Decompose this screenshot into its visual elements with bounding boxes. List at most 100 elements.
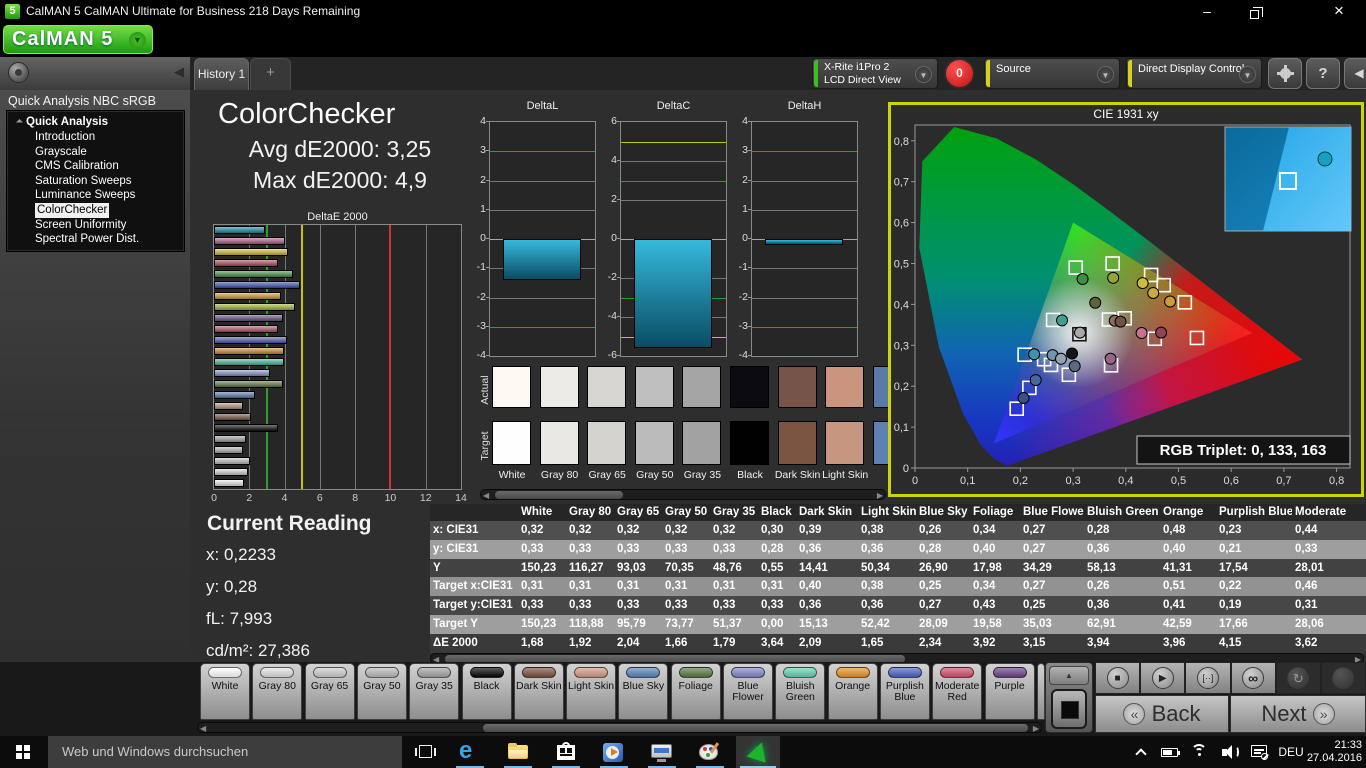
tray-clock-button[interactable]: 21:33 27.04.2016 [1292,736,1362,768]
axis-tick [486,121,489,122]
scroll-left-icon[interactable]: ◀ [200,724,206,734]
tray-battery-button[interactable] [1154,736,1184,768]
axis-tick-label: 6 [316,492,323,504]
table-cell: 0,40 [1163,542,1186,555]
sidebar-item-colorchecker[interactable]: ColorChecker [7,202,184,218]
sidebar-item-grayscale[interactable]: Grayscale [7,145,184,160]
refresh-button[interactable]: ↻ [1275,662,1321,694]
tray-action-center-button[interactable] [1244,736,1274,768]
patch-button-dark-skin[interactable]: Dark Skin [513,663,564,720]
patch-button-partial[interactable] [1036,663,1045,720]
patch-button-gray-35[interactable]: Gray 35 [409,663,460,720]
tray-wifi-button[interactable] [1184,736,1214,768]
taskbar-store-button[interactable] [544,736,588,768]
stop-measure-button[interactable] [1051,689,1087,729]
target-row-label: Target [479,431,491,461]
patch-button-gray-80[interactable]: Gray 80 [252,663,303,720]
patch-scrollbar[interactable]: ◀ ▶ [197,722,1042,733]
deltaL-bar [503,239,581,280]
tree-expand-icon[interactable] [15,118,24,127]
taskbar-media-player-button[interactable] [592,736,636,768]
settings-button[interactable] [1268,58,1302,89]
deltae-bar-bluish-green [214,358,284,366]
taskbar-edge-button[interactable]: e [448,736,492,768]
play-button[interactable]: ▶ [1140,662,1186,694]
tab-history-1[interactable]: History 1 [194,58,249,90]
patch-button-white[interactable]: White [200,663,250,720]
scroll-right-icon[interactable]: ▶ [877,491,883,501]
axis-tick [617,277,620,278]
sidebar-collapse-icon[interactable]: ◀ [174,64,184,80]
scroll-right-icon[interactable]: ▶ [1033,724,1039,734]
blank-button[interactable] [1320,662,1366,694]
continuous-button[interactable]: ∞ [1230,662,1276,694]
patch-button-black[interactable]: Black [461,663,512,720]
close-button[interactable]: × [1322,0,1356,23]
taskbar-paint-button[interactable] [688,736,732,768]
calman-logo-menu[interactable]: CalMAN 5 ▼ [3,25,153,54]
page-title: ColorChecker [218,98,396,130]
table-cell: Blue Sky [919,506,968,518]
meter-stop-badge[interactable]: 0 [944,58,975,89]
patch-button-light-skin[interactable]: Light Skin [566,663,617,720]
restore-button[interactable] [1237,0,1271,23]
tab-add-button[interactable]: + [250,58,291,90]
sidebar-item-screen-uniformity[interactable]: Screen Uniformity [7,218,184,233]
table-cell: 0,31 [665,580,688,593]
table-cell: 0,27 [1023,542,1046,555]
swatch-compare: Actual Target White Gray 80 Gray 65 Gray 50 Gr… [478,362,888,504]
axis-tick-label: -6 [607,349,617,361]
workflow-orb-button[interactable] [8,62,29,83]
patch-button-gray-65[interactable]: Gray 65 [304,663,355,720]
taskbar-monitor-app-button[interactable] [640,736,684,768]
task-view-button[interactable] [404,736,448,768]
patch-button-purplish-blue[interactable]: Purplish Blue [879,663,930,720]
taskbar-explorer-button[interactable] [496,736,540,768]
tree-root-quick-analysis[interactable]: Quick Analysis [7,115,184,130]
help-button[interactable]: ? [1306,58,1340,89]
patch-button-moderate-red[interactable]: Moderate Red [932,663,983,720]
back-button[interactable]: « Back [1095,695,1229,733]
table-cell: 0,33 [569,599,592,612]
taskbar-calman-button[interactable] [736,736,780,768]
sidebar-item-spectral-power-dist-[interactable]: Spectral Power Dist. [7,232,184,247]
patch-button-orange[interactable]: Orange [827,663,878,720]
table-cell: 0,34 [973,580,996,593]
patch-button-bluish-green[interactable]: Bluish Green [775,663,826,720]
patch-button-gray-50[interactable]: Gray 50 [356,663,407,720]
table-cell: 0,33 [761,599,784,612]
patch-button-blue-flower[interactable]: Blue Flower [723,663,773,720]
patch-scrollbar-thumb[interactable] [483,724,1028,732]
meter-dropdown[interactable]: X-Rite i1Pro 2 LCD Direct View ▼ [812,58,938,89]
stop-button[interactable]: ■ [1095,662,1141,694]
start-button[interactable] [0,736,48,768]
tray-volume-button[interactable] [1214,736,1244,768]
patch-button-blue-sky[interactable]: Blue Sky [618,663,669,720]
sidebar-item-introduction[interactable]: Introduction [7,130,184,145]
read-button[interactable]: [··] [1185,662,1231,694]
axis-tick [617,160,620,161]
sidebar-item-cms-calibration[interactable]: CMS Calibration [7,159,184,174]
table-cell: 0,28 [919,542,942,555]
tray-expand-button[interactable] [1128,736,1154,768]
sidebar-item-luminance-sweeps[interactable]: Luminance Sweeps [7,188,184,203]
gridline [752,180,857,182]
patch-button-purple[interactable]: Purple [984,663,1035,720]
deltae-bar-gray-80 [214,468,248,476]
swatch-scrollbar-thumb[interactable] [495,491,623,499]
table-cell: 150,23 [521,618,557,630]
source-dropdown[interactable]: Source ▼ [984,58,1120,89]
minimize-button[interactable]: – [1190,0,1224,23]
panel-collapse-button[interactable]: ◀ [1344,58,1366,89]
swatch-scrollbar[interactable]: ◀ ▶ [480,489,886,500]
sidebar-item-saturation-sweeps[interactable]: Saturation Sweeps [7,174,184,189]
next-button[interactable]: Next » [1230,695,1366,733]
axis-tick [748,208,751,210]
expand-up-button[interactable]: ▲ [1049,666,1089,685]
display-control-dropdown[interactable]: Direct Display Control ▼ [1126,58,1262,89]
read-icon: [··] [1196,667,1219,689]
taskbar-search-input[interactable]: Web und Windows durchsuchen [48,736,402,768]
deltae-bar-gray-50 [214,446,244,454]
scroll-left-icon[interactable]: ◀ [483,491,489,501]
patch-button-foliage[interactable]: Foliage [670,663,721,720]
